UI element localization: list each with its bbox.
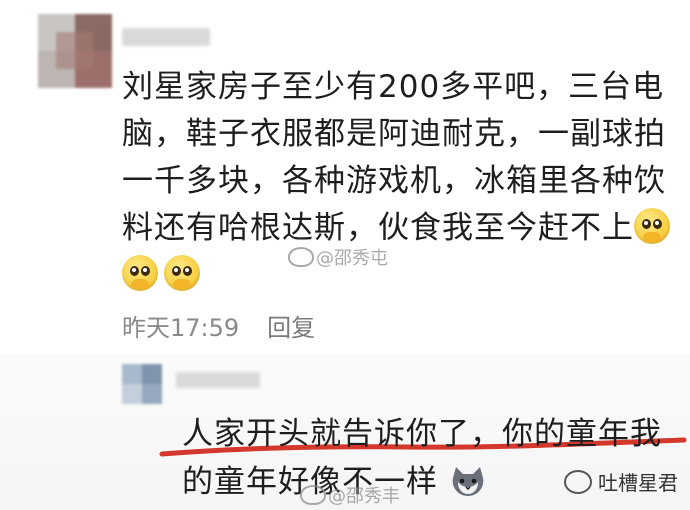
wechat-logo-icon: [564, 470, 592, 494]
comment-text: 刘星家房子至少有200多平吧，三台电脑，鞋子衣服都是阿迪耐克，一副球拍一千多块，…: [122, 64, 682, 299]
comment-body: 刘星家房子至少有200多平吧，三台电脑，鞋子衣服都是阿迪耐克，一副球拍一千多块，…: [122, 69, 666, 246]
reply-button[interactable]: 回复: [267, 314, 315, 342]
watermark-center: @邵秀屯: [288, 244, 388, 270]
weibo-logo-icon: [288, 247, 314, 267]
brand-watermark: 吐槽星君: [564, 467, 678, 496]
pleading-emoji: [634, 208, 670, 244]
username-blurred[interactable]: [176, 372, 260, 388]
watermark-bottom: @邵秀丰: [300, 482, 400, 508]
avatar[interactable]: [38, 14, 112, 88]
comment-time: 昨天17:59: [122, 314, 240, 342]
pleading-emoji: [122, 255, 158, 291]
pleading-emoji: [164, 255, 200, 291]
brand-name: 吐槽星君: [598, 471, 678, 495]
weibo-logo-icon: [300, 485, 326, 505]
cat-icon: [452, 467, 484, 496]
reply-line-1: 人家开头就告诉你了，你的童年我: [182, 416, 662, 452]
avatar[interactable]: [122, 364, 162, 404]
comment-meta: 昨天17:59 回复: [122, 308, 315, 343]
username-blurred[interactable]: [122, 28, 210, 46]
